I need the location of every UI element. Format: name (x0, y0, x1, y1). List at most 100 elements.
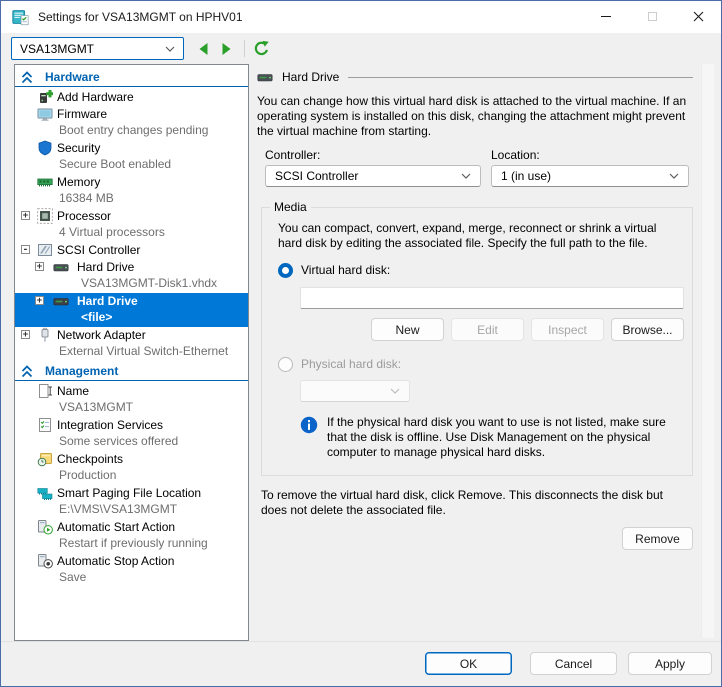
tree-item-integration-services[interactable]: Integration Services (15, 417, 248, 434)
close-icon (693, 11, 704, 22)
auto-start-icon (37, 519, 53, 535)
media-description: You can compact, convert, expand, merge,… (278, 221, 678, 251)
panel-title: Hard Drive (282, 70, 339, 84)
panel-scrollbar-track[interactable] (701, 64, 714, 638)
toolbar-separator (244, 40, 245, 57)
processor-icon (37, 208, 53, 224)
tree-item-auto-start[interactable]: Automatic Start Action (15, 519, 248, 536)
expander-icon[interactable]: + (21, 211, 30, 220)
media-group-legend: Media (270, 200, 311, 214)
controller-dropdown[interactable]: SCSI Controller (265, 165, 481, 187)
shield-icon (37, 140, 53, 156)
location-dropdown[interactable]: 1 (in use) (491, 165, 689, 187)
maximize-icon (648, 12, 657, 21)
controller-label: Controller: (265, 148, 320, 162)
auto-stop-icon (37, 553, 53, 569)
tree-item-name[interactable]: Name (15, 383, 248, 400)
vm-selector-dropdown[interactable]: VSA13MGMT (11, 37, 184, 60)
checkpoints-icon (37, 451, 53, 467)
tree-item-hard-drive-selected-detail: <file> (15, 310, 248, 327)
expander-icon[interactable]: - (21, 245, 30, 254)
browse-button[interactable]: Browse... (611, 318, 684, 341)
panel-intro-text: You can change how this virtual hard dis… (257, 94, 689, 139)
network-adapter-icon (37, 327, 53, 343)
tree-item-processor[interactable]: + Processor (15, 208, 248, 225)
hardware-tree: Hardware Add Hardware Firmware Boot entr… (14, 64, 249, 641)
tree-item-smart-paging[interactable]: Smart Paging File Location (15, 485, 248, 502)
remove-description: To remove the virtual hard disk, click R… (261, 488, 691, 518)
physical-disk-dropdown (300, 380, 410, 402)
cancel-button[interactable]: Cancel (530, 652, 617, 675)
refresh-button[interactable] (253, 40, 270, 57)
tree-item-firmware[interactable]: Firmware (15, 106, 248, 123)
tree-item-hard-drive-1[interactable]: + Hard Drive (15, 259, 248, 276)
tree-item-security-detail: Secure Boot enabled (15, 157, 248, 174)
virtual-hard-disk-path-input[interactable] (300, 287, 684, 309)
tree-item-hard-drive-1-detail: VSA13MGMT-Disk1.vhdx (15, 276, 248, 293)
info-text: If the physical hard disk you want to us… (327, 415, 683, 460)
scsi-controller-icon (37, 242, 53, 258)
apply-button[interactable]: Apply (628, 652, 712, 675)
sidebar-header-management[interactable]: Management (15, 362, 248, 381)
expander-icon[interactable]: + (21, 330, 30, 339)
remove-button-row: Remove (257, 527, 693, 550)
media-buttons-row: New Edit Inspect Browse... (300, 318, 684, 341)
tree-item-auto-stop-detail: Save (15, 570, 248, 587)
physical-hard-disk-radio-row: Physical hard disk: (278, 356, 682, 372)
app-icon (12, 9, 29, 26)
virtual-hard-disk-label: Virtual hard disk: (301, 263, 390, 277)
edit-button: Edit (451, 318, 524, 341)
tree-item-network-adapter-detail: External Virtual Switch-Ethernet (15, 344, 248, 361)
new-button[interactable]: New (371, 318, 444, 341)
hard-drive-icon (53, 293, 69, 309)
settings-window: Settings for VSA13MGMT on HPHV01 VSA13MG… (0, 0, 722, 687)
smart-paging-icon (37, 485, 53, 501)
tree-item-processor-detail: 4 Virtual processors (15, 225, 248, 242)
tree-item-network-adapter[interactable]: + Network Adapter (15, 327, 248, 344)
forward-arrow-button[interactable] (218, 41, 234, 57)
tree-item-hard-drive-selected[interactable]: + Hard Drive <file> (15, 293, 248, 327)
tree-item-auto-stop[interactable]: Automatic Stop Action (15, 553, 248, 570)
tree-item-memory[interactable]: Memory (15, 174, 248, 191)
expander-icon[interactable]: + (35, 296, 44, 305)
chevron-down-icon (669, 173, 679, 179)
minimize-icon (601, 16, 611, 17)
tree-item-add-hardware[interactable]: Add Hardware (15, 89, 248, 106)
remove-button[interactable]: Remove (622, 527, 693, 550)
title-bar: Settings for VSA13MGMT on HPHV01 (1, 1, 721, 33)
inspect-button: Inspect (531, 318, 604, 341)
tree-item-security[interactable]: Security (15, 140, 248, 157)
chevron-down-icon (390, 388, 400, 394)
back-arrow-button[interactable] (196, 41, 212, 57)
info-icon (300, 416, 318, 434)
sidebar-header-hardware[interactable]: Hardware (15, 68, 248, 87)
collapse-chevron-icon (21, 365, 33, 378)
close-button[interactable] (675, 1, 721, 32)
location-label: Location: (491, 148, 540, 162)
tree-item-checkpoints-detail: Production (15, 468, 248, 485)
sidebar-header-label: Hardware (45, 70, 100, 84)
window-title: Settings for VSA13MGMT on HPHV01 (38, 10, 243, 24)
vm-selector-value: VSA13MGMT (20, 42, 94, 56)
collapse-chevron-icon (21, 71, 33, 84)
chevron-down-icon (165, 46, 175, 52)
virtual-hard-disk-radio-row: Virtual hard disk: (278, 262, 682, 278)
hard-drive-panel: Hard Drive You can change how this virtu… (257, 64, 693, 550)
controller-location-row: Controller: Location: SCSI Controller 1 … (257, 148, 693, 192)
panel-header: Hard Drive (257, 68, 693, 86)
name-icon (37, 383, 53, 399)
tree-item-firmware-detail: Boot entry changes pending (15, 123, 248, 140)
ok-button[interactable]: OK (425, 652, 512, 675)
footer-divider (1, 641, 721, 642)
tree-item-auto-start-detail: Restart if previously running (15, 536, 248, 553)
expander-icon[interactable]: + (35, 262, 44, 271)
controller-value: SCSI Controller (275, 169, 358, 183)
tree-item-scsi-controller[interactable]: - SCSI Controller (15, 242, 248, 259)
memory-icon (37, 174, 53, 190)
sidebar-header-label: Management (45, 364, 118, 378)
virtual-hard-disk-radio[interactable] (278, 263, 293, 278)
minimize-button[interactable] (583, 1, 629, 32)
physical-hard-disk-label: Physical hard disk: (301, 357, 401, 371)
tree-item-memory-detail: 16384 MB (15, 191, 248, 208)
tree-item-checkpoints[interactable]: Checkpoints (15, 451, 248, 468)
